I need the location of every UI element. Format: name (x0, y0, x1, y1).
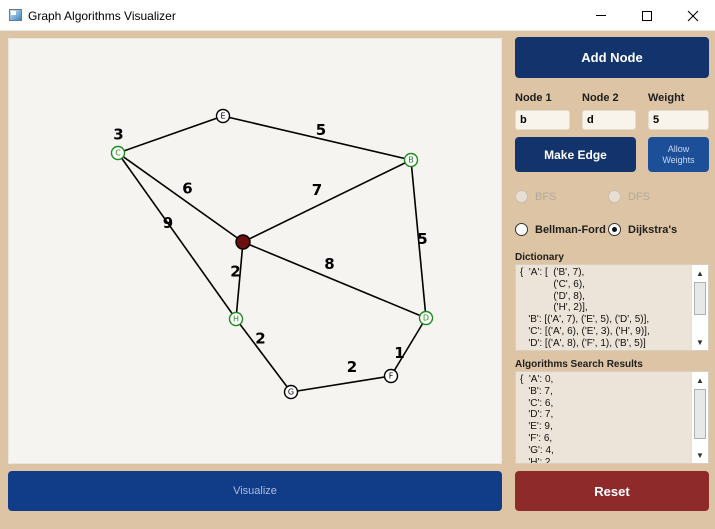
scroll-thumb[interactable] (694, 389, 706, 439)
scroll-up-icon[interactable]: ▲ (692, 372, 708, 388)
node-label: D (423, 314, 429, 323)
edge-weight-label: 5 (417, 230, 427, 248)
edge-a-b (242, 159, 412, 243)
results-text: { 'A': 0, 'B': 7, 'C': 6, 'D': 7, 'E': 9… (520, 374, 554, 464)
maximize-button[interactable] (624, 0, 670, 31)
node-label: F (389, 372, 394, 381)
graph-svg: 3 5 6 7 9 5 2 8 1 2 2 E C B H D F G (110, 108, 434, 400)
edge-weight-label: 9 (163, 214, 173, 232)
edge-weight-label: 5 (316, 121, 326, 139)
node-label: H (233, 315, 239, 324)
reset-button[interactable]: Reset (515, 471, 709, 511)
edge-weight-label: 2 (347, 358, 357, 376)
edge-weight-label: 8 (324, 255, 334, 273)
make-edge-button[interactable]: Make Edge (515, 137, 636, 172)
dijkstra-label: Dijkstra's (628, 223, 678, 236)
bellman-ford-radio[interactable]: Bellman-Ford (515, 223, 606, 236)
edge-weight-label: 2 (230, 263, 240, 281)
maximize-icon (642, 10, 652, 21)
edge-weight-label: 1 (394, 344, 404, 362)
weight-label: Weight (648, 92, 685, 104)
dfs-label: DFS (628, 190, 650, 203)
results-label: Algorithms Search Results (515, 359, 643, 370)
edge-c-h (117, 152, 237, 320)
radio-dot (515, 190, 528, 203)
edge-a-h (235, 241, 244, 320)
results-scrollbar[interactable]: ▲ ▼ (691, 372, 708, 463)
node-label: G (288, 388, 294, 397)
edge-weight-label: 3 (113, 126, 123, 144)
weight-input[interactable]: 5 (648, 110, 709, 130)
scroll-down-icon[interactable]: ▼ (692, 334, 708, 350)
dictionary-scrollbar[interactable]: ▲ ▼ (691, 265, 708, 350)
scroll-down-icon[interactable]: ▼ (692, 447, 708, 463)
radio-dot (515, 223, 528, 236)
window-title: Graph Algorithms Visualizer (28, 9, 176, 23)
node-label: E (220, 112, 225, 121)
node-a[interactable] (235, 234, 251, 250)
node1-input[interactable]: b (515, 110, 570, 130)
results-textbox[interactable]: { 'A': 0, 'B': 7, 'C': 6, 'D': 7, 'E': 9… (515, 371, 709, 464)
scroll-thumb[interactable] (694, 282, 706, 315)
add-node-button[interactable]: Add Node (515, 37, 709, 78)
node2-label: Node 2 (582, 92, 619, 104)
node-label: B (408, 156, 414, 165)
edge-weight-label: 6 (182, 180, 192, 198)
close-button[interactable] (670, 0, 715, 31)
dictionary-label: Dictionary (515, 252, 564, 263)
bfs-radio[interactable]: BFS (515, 190, 556, 203)
dfs-radio[interactable]: DFS (608, 190, 650, 203)
bfs-label: BFS (535, 190, 557, 203)
graph-canvas[interactable]: 3 5 6 7 9 5 2 8 1 2 2 E C B H D F G (8, 38, 502, 464)
visualize-button[interactable]: Visualize (8, 471, 502, 511)
edge-weight-label: 7 (312, 181, 322, 199)
dictionary-text: { 'A': [ ('B', 7), ('C', 6), ('D', 8), (… (520, 267, 650, 349)
bellman-ford-label: Bellman-Ford (535, 223, 606, 236)
radio-dot (608, 190, 621, 203)
node1-label: Node 1 (515, 92, 552, 104)
title-bar: Graph Algorithms Visualizer (0, 0, 715, 31)
app-icon (9, 9, 22, 21)
edge-a-d (242, 241, 427, 319)
minimize-button[interactable] (578, 0, 624, 31)
dijkstra-radio[interactable]: Dijkstra's (608, 223, 677, 236)
radio-dot (608, 223, 621, 236)
edge-c-a (117, 152, 244, 243)
edge-weight-label: 2 (255, 330, 265, 348)
scroll-up-icon[interactable]: ▲ (692, 265, 708, 281)
edge-g-f (290, 375, 392, 393)
node-label: C (115, 149, 121, 158)
edge-c-e (117, 115, 224, 154)
minimize-icon (596, 15, 606, 16)
dictionary-textbox[interactable]: { 'A': [ ('B', 7), ('C', 6), ('D', 8), (… (515, 264, 709, 351)
allow-weights-button[interactable]: Allow Weights (648, 137, 709, 172)
node2-input[interactable]: d (582, 110, 636, 130)
close-icon (687, 10, 699, 21)
